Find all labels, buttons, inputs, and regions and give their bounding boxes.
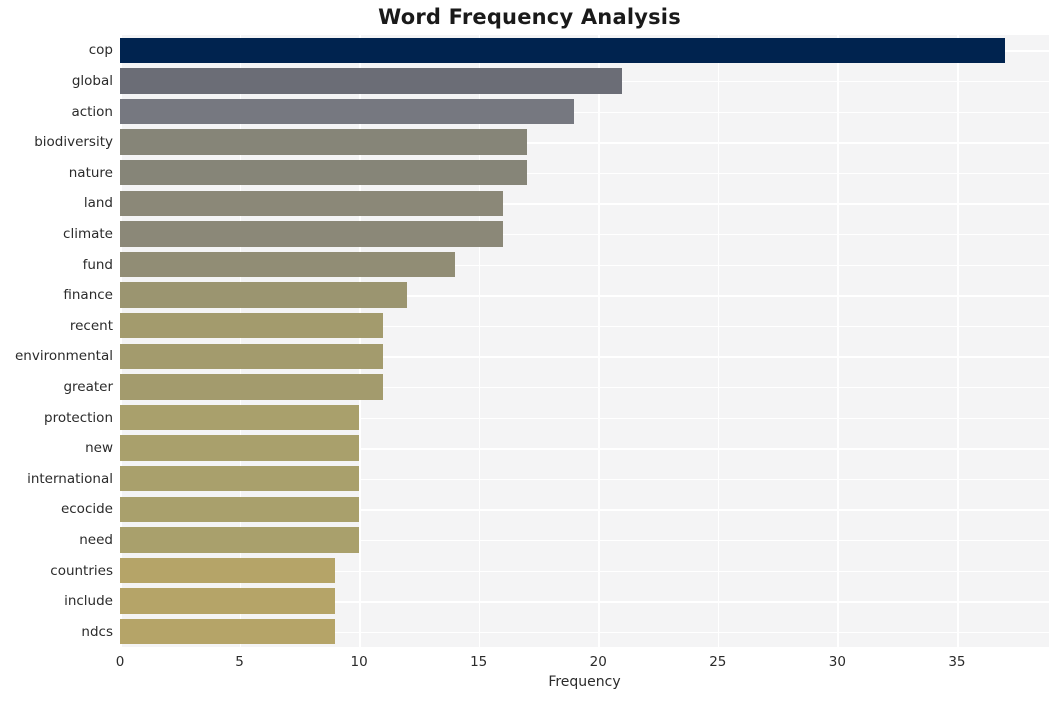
- bar-row: [120, 616, 1049, 647]
- bar-nature[interactable]: [120, 159, 527, 186]
- y-tick-label-environmental: environmental: [14, 348, 113, 365]
- bar-biodiversity[interactable]: [120, 129, 527, 155]
- y-tick-label-biodiversity: biodiversity: [34, 134, 113, 151]
- y-tick-label-global: global: [71, 72, 113, 89]
- y-tick-label-international: international: [27, 470, 113, 487]
- bar-environmental[interactable]: [120, 343, 384, 370]
- bar-need[interactable]: [120, 527, 360, 553]
- bar-cop[interactable]: [120, 37, 1005, 64]
- bar-action[interactable]: [120, 98, 575, 125]
- y-tick-label-need: need: [79, 531, 113, 548]
- bar-row: [120, 127, 1049, 158]
- y-tick-label-protection: protection: [44, 409, 113, 426]
- chart-title: Word Frequency Analysis: [378, 5, 681, 29]
- bar-row: [120, 433, 1049, 464]
- bar-row: [120, 66, 1049, 97]
- bar-ecocide[interactable]: [120, 496, 360, 523]
- y-tick-label-land: land: [83, 195, 113, 212]
- bar-ndcs[interactable]: [120, 618, 336, 645]
- bar-climate[interactable]: [120, 221, 503, 247]
- bar-row: [120, 555, 1049, 586]
- x-tick-label-25: 25: [709, 654, 727, 670]
- bar-recent[interactable]: [120, 312, 384, 339]
- y-tick-label-finance: finance: [63, 287, 113, 304]
- chart-figure: Word Frequency Analysis cop global action b…: [0, 0, 1059, 701]
- y-tick-label-fund: fund: [82, 256, 113, 273]
- y-tick-label-greater: greater: [63, 378, 113, 395]
- bar-protection[interactable]: [120, 404, 360, 431]
- y-tick-label-new: new: [85, 440, 113, 457]
- y-axis: cop global action biodiversity nature land cli…: [0, 35, 113, 647]
- x-tick-label-0: 0: [115, 654, 125, 670]
- bar-row: [120, 310, 1049, 341]
- y-tick-label-recent: recent: [69, 317, 113, 334]
- x-tick-label-5: 5: [235, 654, 244, 670]
- y-tick-label-action: action: [71, 103, 113, 120]
- bar-global[interactable]: [120, 68, 623, 94]
- bar-row: [120, 96, 1049, 127]
- bar-land[interactable]: [120, 190, 503, 217]
- bar-include[interactable]: [120, 588, 336, 614]
- bar-row: [120, 372, 1049, 403]
- bar-row: [120, 35, 1049, 66]
- y-tick-label-countries: countries: [50, 562, 113, 579]
- bar-new[interactable]: [120, 435, 360, 461]
- y-tick-label-ndcs: ndcs: [81, 623, 113, 640]
- bar-row: [120, 219, 1049, 250]
- y-tick-label-ecocide: ecocide: [60, 501, 113, 518]
- bar-row: [120, 525, 1049, 556]
- bar-row: [120, 188, 1049, 219]
- bar-row: [120, 402, 1049, 433]
- bar-row: [120, 463, 1049, 494]
- bar-row: [120, 280, 1049, 311]
- bar-fund[interactable]: [120, 251, 455, 278]
- y-tick-label-nature: nature: [68, 164, 113, 181]
- y-tick-label-cop: cop: [88, 42, 113, 59]
- x-tick-label-35: 35: [948, 654, 966, 670]
- bar-row: [120, 157, 1049, 188]
- bar-greater[interactable]: [120, 374, 384, 400]
- x-tick-label-10: 10: [350, 654, 368, 670]
- bar-finance[interactable]: [120, 282, 407, 308]
- bar-row: [120, 494, 1049, 525]
- bar-row: [120, 249, 1049, 280]
- bar-international[interactable]: [120, 465, 360, 492]
- plot-area: [120, 35, 1049, 647]
- y-tick-label-climate: climate: [63, 225, 113, 242]
- y-tick-label-include: include: [64, 593, 113, 610]
- x-tick-label-30: 30: [828, 654, 846, 670]
- bar-row: [120, 586, 1049, 617]
- bar-countries[interactable]: [120, 557, 336, 584]
- x-tick-label-20: 20: [589, 654, 607, 670]
- x-axis: 0 5 10 15 20 25 30 35: [116, 647, 1049, 677]
- bar-row: [120, 341, 1049, 372]
- x-tick-label-15: 15: [470, 654, 488, 670]
- x-axis-title: Frequency: [548, 674, 621, 690]
